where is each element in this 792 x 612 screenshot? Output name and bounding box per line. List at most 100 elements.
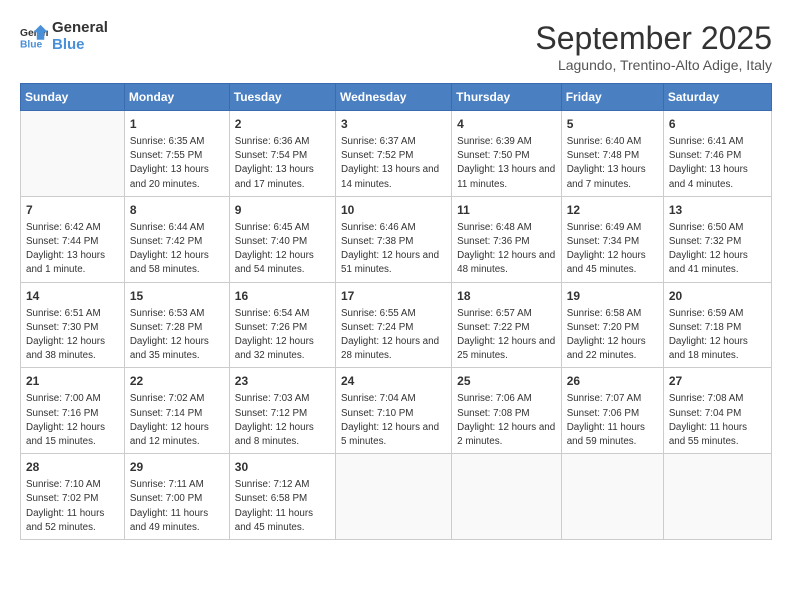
day-info: Sunrise: 6:40 AMSunset: 7:48 PMDaylight:… [567,135,658,192]
day-number: 5 [567,115,658,133]
day-info: Sunrise: 6:35 AMSunset: 7:55 PMDaylight:… [130,135,224,192]
day-info: Sunrise: 6:49 AMSunset: 7:34 PMDaylight:… [567,221,658,278]
day-number: 9 [235,201,330,219]
day-cell: 30Sunrise: 7:12 AMSunset: 6:58 PMDayligh… [229,454,335,540]
day-info: Sunrise: 7:08 AMSunset: 7:04 PMDaylight:… [669,392,766,449]
day-number: 13 [669,201,766,219]
day-number: 26 [567,372,658,390]
day-cell: 18Sunrise: 6:57 AMSunset: 7:22 PMDayligh… [452,282,562,368]
day-number: 29 [130,458,224,476]
day-info: Sunrise: 6:53 AMSunset: 7:28 PMDaylight:… [130,307,224,364]
day-header-wednesday: Wednesday [336,84,452,111]
day-number: 18 [457,287,556,305]
day-cell: 26Sunrise: 7:07 AMSunset: 7:06 PMDayligh… [561,368,663,454]
day-cell: 28Sunrise: 7:10 AMSunset: 7:02 PMDayligh… [21,454,125,540]
day-info: Sunrise: 7:12 AMSunset: 6:58 PMDaylight:… [235,478,330,535]
day-number: 24 [341,372,446,390]
day-cell: 15 Sunrise: 6:53 AMSunset: 7:28 PMDayligh… [124,282,229,368]
day-cell: 1 Sunrise: 6:35 AMSunset: 7:55 PMDaylight… [124,111,229,197]
week-row-1: 1 Sunrise: 6:35 AMSunset: 7:55 PMDaylight… [21,111,772,197]
day-header-tuesday: Tuesday [229,84,335,111]
day-number: 23 [235,372,330,390]
day-info: Sunrise: 7:06 AMSunset: 7:08 PMDaylight:… [457,392,556,449]
day-cell: 27Sunrise: 7:08 AMSunset: 7:04 PMDayligh… [663,368,771,454]
day-info: Sunrise: 6:58 AMSunset: 7:20 PMDaylight:… [567,307,658,364]
day-number: 20 [669,287,766,305]
month-title: September 2025 [535,20,772,57]
day-cell: 29 Sunrise: 7:11 AMSunset: 7:00 PMDayligh… [124,454,229,540]
day-number: 28 [26,458,119,476]
logo: General Blue General Blue [20,20,108,53]
day-number: 7 [26,201,119,219]
day-info: Sunrise: 6:37 AMSunset: 7:52 PMDaylight:… [341,135,446,192]
day-cell: 23 Sunrise: 7:03 AMSunset: 7:12 PMDayligh… [229,368,335,454]
day-cell: 4Sunrise: 6:39 AMSunset: 7:50 PMDaylight… [452,111,562,197]
day-cell [21,111,125,197]
day-number: 1 [130,115,224,133]
page-header: General Blue General Blue September 2025… [20,20,772,73]
day-info: Sunrise: 6:41 AMSunset: 7:46 PMDaylight:… [669,135,766,192]
day-cell: 24 Sunrise: 7:04 AMSunset: 7:10 PMDayligh… [336,368,452,454]
day-info: Sunrise: 7:00 AMSunset: 7:16 PMDaylight:… [26,392,119,449]
day-cell [452,454,562,540]
week-row-5: 28Sunrise: 7:10 AMSunset: 7:02 PMDayligh… [21,454,772,540]
day-number: 2 [235,115,330,133]
day-info: Sunrise: 6:36 AMSunset: 7:54 PMDaylight:… [235,135,330,192]
day-cell: 11Sunrise: 6:48 AMSunset: 7:36 PMDayligh… [452,196,562,282]
day-info: Sunrise: 6:44 AMSunset: 7:42 PMDaylight:… [130,221,224,278]
day-cell: 17 Sunrise: 6:55 AMSunset: 7:24 PMDayligh… [336,282,452,368]
day-cell: 5 Sunrise: 6:40 AMSunset: 7:48 PMDaylight… [561,111,663,197]
day-header-thursday: Thursday [452,84,562,111]
day-cell: 19Sunrise: 6:58 AMSunset: 7:20 PMDayligh… [561,282,663,368]
week-row-3: 14 Sunrise: 6:51 AMSunset: 7:30 PMDayligh… [21,282,772,368]
day-cell: 21 Sunrise: 7:00 AMSunset: 7:16 PMDayligh… [21,368,125,454]
day-cell [336,454,452,540]
day-number: 12 [567,201,658,219]
week-row-4: 21 Sunrise: 7:00 AMSunset: 7:16 PMDayligh… [21,368,772,454]
day-info: Sunrise: 6:46 AMSunset: 7:38 PMDaylight:… [341,221,446,278]
day-info: Sunrise: 6:51 AMSunset: 7:30 PMDaylight:… [26,307,119,364]
day-info: Sunrise: 6:42 AMSunset: 7:44 PMDaylight:… [26,221,119,278]
day-number: 25 [457,372,556,390]
location-subtitle: Lagundo, Trentino-Alto Adige, Italy [535,57,772,73]
day-cell: 20 Sunrise: 6:59 AMSunset: 7:18 PMDayligh… [663,282,771,368]
day-cell: 2 Sunrise: 6:36 AMSunset: 7:54 PMDaylight… [229,111,335,197]
day-info: Sunrise: 6:50 AMSunset: 7:32 PMDaylight:… [669,221,766,278]
day-cell: 12 Sunrise: 6:49 AMSunset: 7:34 PMDayligh… [561,196,663,282]
day-number: 21 [26,372,119,390]
day-cell: 3 Sunrise: 6:37 AMSunset: 7:52 PMDaylight… [336,111,452,197]
day-info: Sunrise: 7:02 AMSunset: 7:14 PMDaylight:… [130,392,224,449]
day-cell [663,454,771,540]
day-info: Sunrise: 6:54 AMSunset: 7:26 PMDaylight:… [235,307,330,364]
day-number: 11 [457,201,556,219]
day-number: 3 [341,115,446,133]
day-info: Sunrise: 6:59 AMSunset: 7:18 PMDaylight:… [669,307,766,364]
title-block: September 2025 Lagundo, Trentino-Alto Ad… [535,20,772,73]
day-number: 17 [341,287,446,305]
day-info: Sunrise: 6:55 AMSunset: 7:24 PMDaylight:… [341,307,446,364]
day-header-monday: Monday [124,84,229,111]
day-cell: 8 Sunrise: 6:44 AMSunset: 7:42 PMDaylight… [124,196,229,282]
day-header-sunday: Sunday [21,84,125,111]
day-info: Sunrise: 7:03 AMSunset: 7:12 PMDaylight:… [235,392,330,449]
day-number: 10 [341,201,446,219]
calendar-table: SundayMondayTuesdayWednesdayThursdayFrid… [20,83,772,540]
day-cell: 25 Sunrise: 7:06 AMSunset: 7:08 PMDayligh… [452,368,562,454]
day-number: 22 [130,372,224,390]
day-number: 6 [669,115,766,133]
svg-text:Blue: Blue [20,39,43,50]
day-cell: 14 Sunrise: 6:51 AMSunset: 7:30 PMDayligh… [21,282,125,368]
logo-icon: General Blue [20,23,48,51]
day-cell: 6 Sunrise: 6:41 AMSunset: 7:46 PMDaylight… [663,111,771,197]
day-cell: 13 Sunrise: 6:50 AMSunset: 7:32 PMDayligh… [663,196,771,282]
day-header-saturday: Saturday [663,84,771,111]
day-number: 16 [235,287,330,305]
day-number: 15 [130,287,224,305]
day-number: 14 [26,287,119,305]
day-header-row: SundayMondayTuesdayWednesdayThursdayFrid… [21,84,772,111]
day-cell: 9Sunrise: 6:45 AMSunset: 7:40 PMDaylight… [229,196,335,282]
day-number: 8 [130,201,224,219]
day-info: Sunrise: 7:11 AMSunset: 7:00 PMDaylight:… [130,478,224,535]
day-info: Sunrise: 7:04 AMSunset: 7:10 PMDaylight:… [341,392,446,449]
day-header-friday: Friday [561,84,663,111]
